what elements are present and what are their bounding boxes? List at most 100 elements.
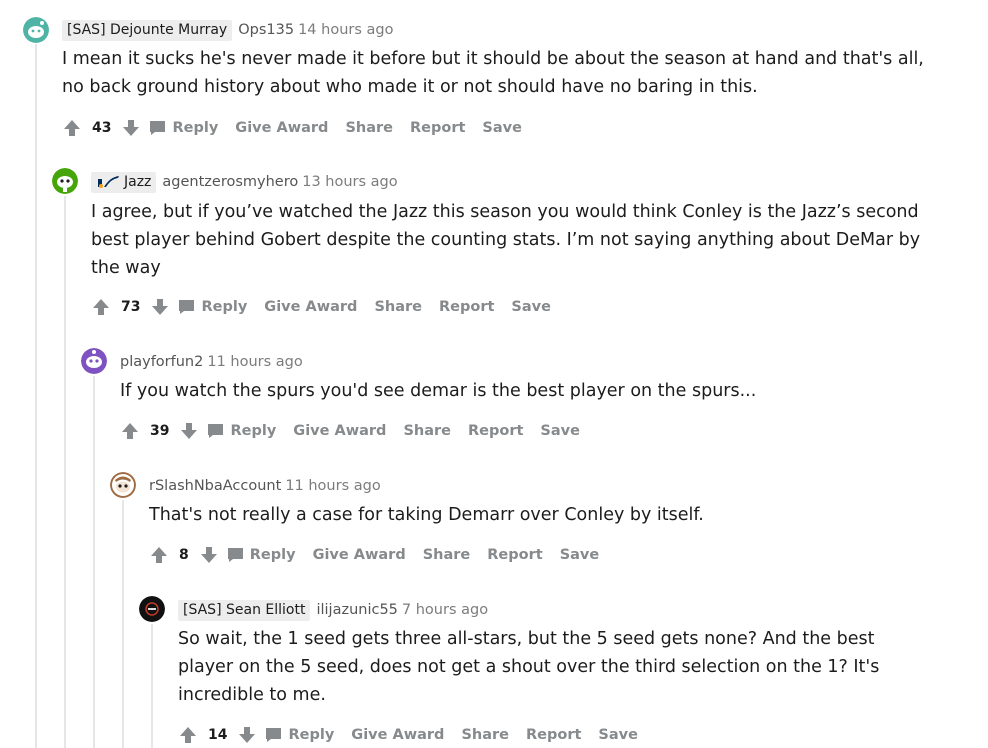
share-button[interactable]: Share — [345, 120, 393, 136]
upvote-button[interactable] — [91, 297, 111, 317]
give-award-button[interactable]: Give Award — [351, 727, 444, 743]
upvote-button[interactable] — [120, 421, 140, 441]
vote-score: 39 — [150, 423, 170, 439]
share-button[interactable]: Share — [374, 299, 422, 315]
report-button[interactable]: Report — [487, 547, 542, 563]
reply-label: Reply — [172, 120, 219, 136]
downvote-button[interactable] — [237, 725, 257, 745]
report-button[interactable]: Report — [439, 299, 494, 315]
comment-body: So wait, the 1 seed gets three all-stars… — [178, 629, 880, 705]
reply-label: Reply — [230, 423, 277, 439]
give-award-button[interactable]: Give Award — [264, 299, 357, 315]
timestamp[interactable]: 13 hours ago — [302, 174, 397, 190]
save-button[interactable]: Save — [511, 299, 551, 315]
user-flair: [SAS] Dejounte Murray — [62, 19, 233, 41]
give-award-button[interactable]: Give Award — [293, 423, 386, 439]
reply-button[interactable]: Reply — [227, 547, 296, 563]
thread-line[interactable] — [122, 500, 124, 748]
vote-score: 14 — [208, 727, 228, 743]
report-button[interactable]: Report — [526, 727, 581, 743]
avatar[interactable] — [110, 472, 136, 498]
downvote-icon — [123, 120, 140, 136]
save-button[interactable]: Save — [482, 120, 522, 136]
comment-actions: 8 Reply Give Award Share Report Save — [149, 543, 616, 567]
snoo-avatar-icon — [81, 348, 107, 374]
thread-line[interactable] — [151, 624, 153, 748]
comment-actions: 14 Reply Give Award Share Report Save — [178, 723, 655, 747]
thread-line[interactable] — [64, 196, 66, 748]
user-flair: [SAS] Sean Elliott — [178, 599, 311, 621]
timestamp[interactable]: 11 hours ago — [207, 354, 302, 370]
report-button[interactable]: Report — [468, 423, 523, 439]
comment-actions: 39 Reply Give Award Share Report Save — [120, 419, 597, 443]
downvote-icon — [152, 299, 169, 315]
timestamp[interactable]: 11 hours ago — [285, 478, 380, 494]
save-button[interactable]: Save — [560, 547, 600, 563]
downvote-button[interactable] — [150, 297, 170, 317]
upvote-button[interactable] — [149, 545, 169, 565]
downvote-icon — [181, 423, 198, 439]
reply-button[interactable]: Reply — [207, 423, 276, 439]
reply-button[interactable]: Reply — [178, 299, 247, 315]
comment-actions: 43 Reply Give Award Share Report Save — [62, 116, 539, 140]
username-link[interactable]: playforfun2 — [120, 354, 203, 370]
avatar[interactable] — [23, 17, 49, 43]
upvote-icon — [180, 727, 196, 743]
vote-score: 73 — [121, 299, 141, 315]
upvote-icon — [122, 423, 138, 439]
reply-label: Reply — [288, 727, 335, 743]
thread-line[interactable] — [35, 44, 37, 748]
comment-bubble-icon — [150, 121, 166, 135]
downvote-icon — [200, 547, 217, 563]
reply-button[interactable]: Reply — [149, 120, 218, 136]
vote-score: 8 — [179, 547, 189, 563]
comment-bubble-icon — [208, 424, 224, 438]
report-button[interactable]: Report — [410, 120, 465, 136]
snoo-avatar-icon — [23, 17, 49, 43]
save-button[interactable]: Save — [540, 423, 580, 439]
thread-line[interactable] — [93, 376, 95, 748]
timestamp[interactable]: 14 hours ago — [298, 22, 393, 38]
downvote-button[interactable] — [121, 118, 141, 138]
avatar[interactable] — [81, 348, 107, 374]
avatar[interactable] — [139, 596, 165, 622]
jazz-note-icon — [98, 176, 119, 188]
give-award-button[interactable]: Give Award — [313, 547, 406, 563]
vote-score: 43 — [92, 120, 112, 136]
upvote-icon — [151, 547, 167, 563]
username-link[interactable]: agentzerosmyhero — [162, 174, 298, 190]
upvote-icon — [64, 120, 80, 136]
downvote-button[interactable] — [179, 421, 199, 441]
username-link[interactable]: Ops135 — [238, 22, 294, 38]
snoo-avatar-icon — [52, 168, 78, 194]
upvote-button[interactable] — [178, 725, 198, 745]
username-link[interactable]: rSlashNbaAccount — [149, 478, 281, 494]
comment-bubble-icon — [266, 728, 282, 742]
save-button[interactable]: Save — [598, 727, 638, 743]
comment-body: I mean it sucks he's never made it befor… — [62, 49, 924, 97]
downvote-icon — [239, 727, 256, 743]
reply-button[interactable]: Reply — [265, 727, 334, 743]
comment-body: I agree, but if you’ve watched the Jazz … — [91, 202, 921, 278]
share-button[interactable]: Share — [461, 727, 509, 743]
flair-text: Jazz — [124, 174, 152, 190]
downvote-button[interactable] — [199, 545, 219, 565]
timestamp[interactable]: 7 hours ago — [402, 602, 488, 618]
avatar[interactable] — [52, 168, 78, 194]
upvote-icon — [93, 299, 109, 315]
reply-label: Reply — [201, 299, 248, 315]
comment-body: That's not really a case for taking Dema… — [149, 505, 704, 525]
comment-bubble-icon — [179, 300, 195, 314]
give-award-button[interactable]: Give Award — [235, 120, 328, 136]
comment-actions: 73 Reply Give Award Share Report Save — [91, 295, 568, 319]
snoo-avatar-icon — [139, 596, 165, 622]
comment-bubble-icon — [227, 548, 243, 562]
user-flair: Jazz — [91, 171, 157, 193]
share-button[interactable]: Share — [403, 423, 451, 439]
comment-body: If you watch the spurs you'd see demar i… — [120, 381, 757, 401]
reply-label: Reply — [249, 547, 296, 563]
share-button[interactable]: Share — [423, 547, 471, 563]
username-link[interactable]: ilijazunic55 — [316, 602, 397, 618]
upvote-button[interactable] — [62, 118, 82, 138]
snoo-avatar-icon — [110, 472, 136, 498]
